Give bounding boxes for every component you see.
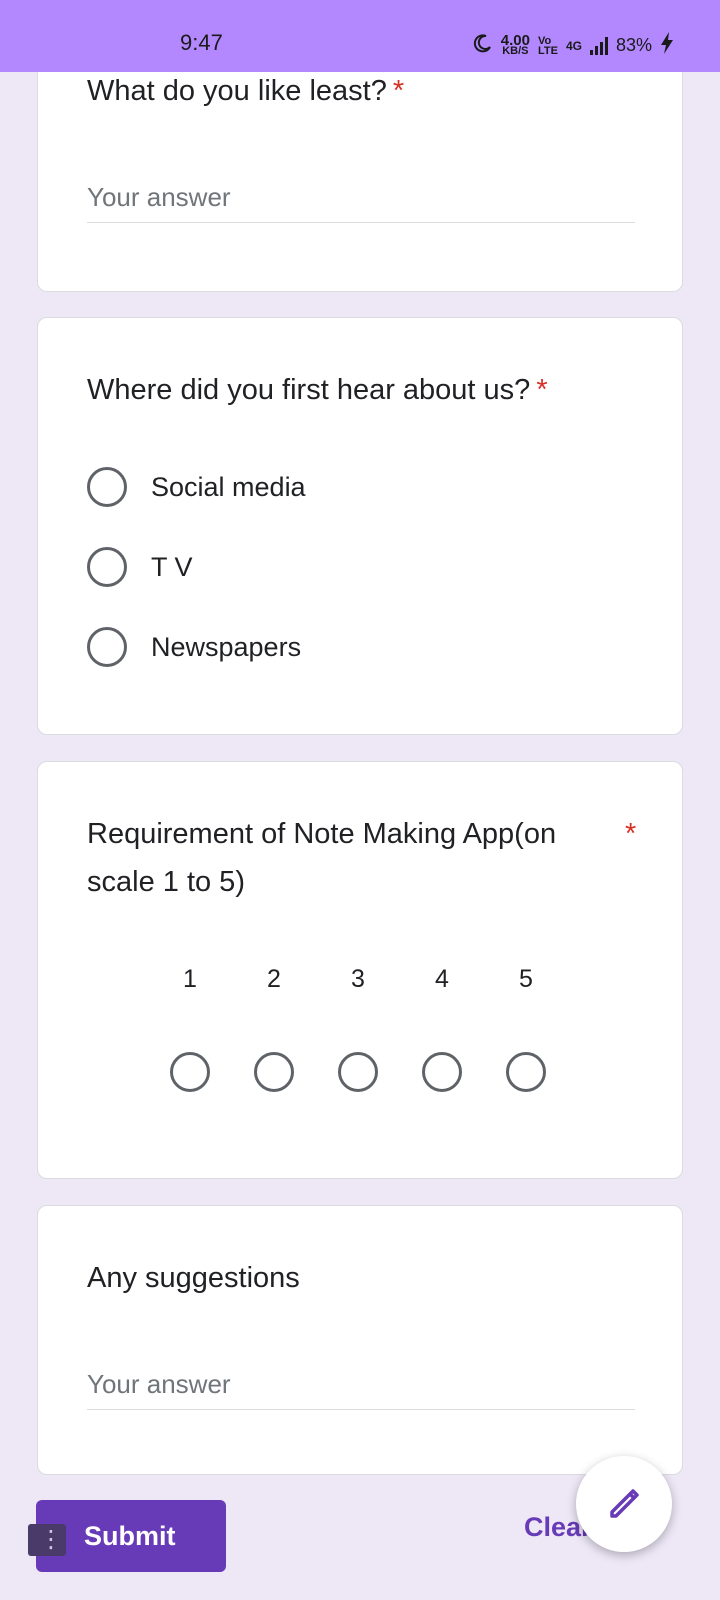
question-title: What do you like least? * bbox=[87, 75, 405, 107]
moon-icon bbox=[473, 33, 493, 58]
scale-radio-4[interactable] bbox=[422, 1052, 462, 1092]
radio-option-social-media[interactable]: Social media bbox=[87, 466, 306, 508]
scale-radio-5[interactable] bbox=[506, 1052, 546, 1092]
question-title: Where did you first hear about us? * bbox=[87, 374, 548, 406]
edit-fab[interactable] bbox=[576, 1456, 672, 1552]
radio-option-tv[interactable]: T V bbox=[87, 546, 193, 588]
required-asterisk: * bbox=[392, 75, 405, 107]
question-card-scale: Requirement of Note Making App(on * scal… bbox=[37, 761, 683, 1179]
required-asterisk: * bbox=[625, 818, 637, 850]
question-title: Requirement of Note Making App(on bbox=[87, 818, 557, 850]
bolt-icon bbox=[660, 32, 674, 59]
drag-handle-icon[interactable] bbox=[28, 1524, 66, 1556]
required-asterisk: * bbox=[536, 374, 548, 406]
scale-radio-2[interactable] bbox=[254, 1052, 294, 1092]
volte-indicator: Vo LTE bbox=[537, 34, 558, 57]
answer-input-least[interactable] bbox=[87, 173, 635, 223]
question-card-suggestions: Any suggestions bbox=[37, 1205, 683, 1475]
radio-button[interactable] bbox=[87, 627, 127, 667]
radio-button[interactable] bbox=[87, 467, 127, 507]
network-type: 4G bbox=[565, 38, 582, 53]
scale-label-4: 4 bbox=[435, 965, 449, 993]
scale-label-1: 1 bbox=[183, 965, 197, 993]
status-indicators: 4.00 KB/S Vo LTE 4G 83% bbox=[473, 32, 674, 59]
scale-label-3: 3 bbox=[351, 965, 365, 993]
question-title-line2: scale 1 to 5) bbox=[87, 866, 245, 898]
radio-button[interactable] bbox=[87, 547, 127, 587]
scale-label-5: 5 bbox=[519, 965, 533, 993]
status-bar: 9:47 4.00 KB/S Vo LTE 4G 83% bbox=[0, 0, 720, 72]
question-card-least: What do you like least? * bbox=[37, 40, 683, 292]
status-time: 9:47 bbox=[180, 30, 223, 55]
network-speed: 4.00 KB/S bbox=[500, 31, 530, 57]
scale-radio-1[interactable] bbox=[170, 1052, 210, 1092]
answer-input-suggestions[interactable] bbox=[87, 1360, 635, 1410]
signal-icon bbox=[589, 36, 608, 55]
question-title: Any suggestions bbox=[87, 1262, 300, 1294]
question-card-hear: Where did you first hear about us? * Soci… bbox=[37, 317, 683, 735]
scale-label-2: 2 bbox=[267, 965, 281, 993]
battery-percent: 83% bbox=[615, 35, 652, 55]
pencil-icon bbox=[604, 1482, 644, 1527]
radio-option-newspapers[interactable]: Newspapers bbox=[87, 626, 301, 668]
scale-radio-3[interactable] bbox=[338, 1052, 378, 1092]
